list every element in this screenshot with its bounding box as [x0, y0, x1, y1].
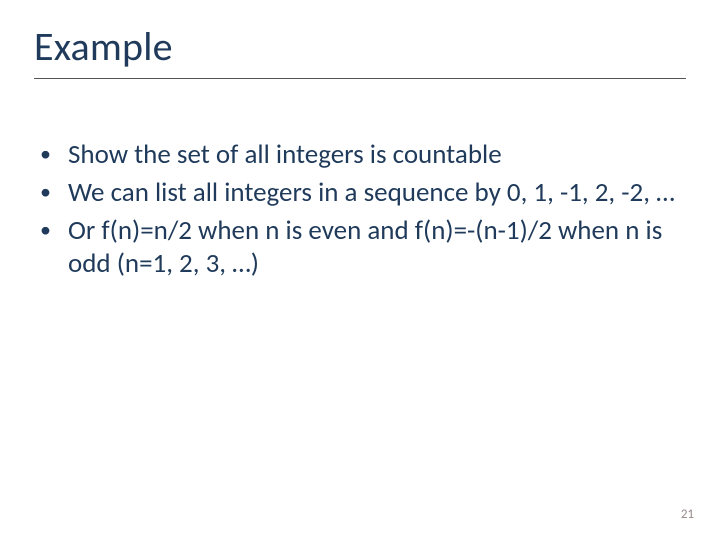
slide-body: • Show the set of all integers is counta… — [40, 138, 680, 285]
bullet-item: • Or f(n)=n/2 when n is even and f(n)=-(… — [40, 214, 680, 282]
bullet-text: Or f(n)=n/2 when n is even and f(n)=-(n-… — [68, 214, 680, 282]
bullet-text: We can list all integers in a sequence b… — [68, 176, 680, 210]
bullet-item: • We can list all integers in a sequence… — [40, 176, 680, 210]
page-number: 21 — [681, 507, 694, 522]
title-underline — [34, 78, 686, 79]
slide-title: Example — [34, 22, 173, 71]
slide: Example • Show the set of all integers i… — [0, 0, 720, 540]
bullet-text: Show the set of all integers is countabl… — [68, 138, 680, 172]
bullet-marker-icon: • — [40, 138, 68, 170]
bullet-marker-icon: • — [40, 176, 68, 208]
bullet-marker-icon: • — [40, 214, 68, 246]
bullet-item: • Show the set of all integers is counta… — [40, 138, 680, 172]
